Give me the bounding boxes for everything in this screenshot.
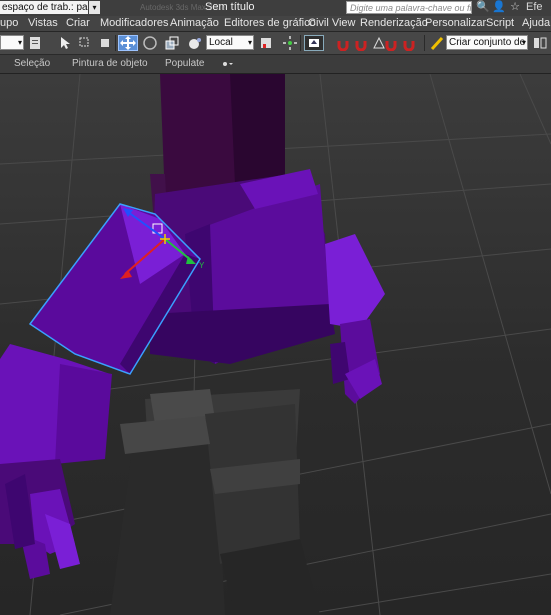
perspective-viewport[interactable]: Y (0, 74, 551, 615)
ribbon-options-icon[interactable] (220, 55, 236, 73)
keyboard-shortcut-override-icon[interactable] (304, 35, 324, 51)
workspace-dropdown-arrow-icon[interactable]: ▾ (89, 1, 100, 14)
ribbon-tab-selecao[interactable]: Seleção (14, 55, 50, 73)
menu-item-editores-de-grafico[interactable]: Editores de gráfico (224, 16, 316, 31)
main-toolbar: ▾ Local ▾ Criar conjunto de ▾ (0, 32, 551, 55)
menu-item-animacao[interactable]: Animação (170, 16, 219, 31)
menu-item-civil-view[interactable]: Civil View (308, 16, 355, 31)
magnet-icon[interactable] (402, 35, 416, 52)
chevron-down-icon: ▾ (247, 38, 252, 47)
scale-icon[interactable] (164, 35, 180, 51)
chevron-down-icon: ▾ (521, 38, 526, 47)
viewport-scene: Y (0, 74, 551, 615)
gizmo-axis-y-label: Y (199, 261, 205, 270)
named-selection-set-combo[interactable]: Criar conjunto de se▾ (446, 35, 528, 50)
ribbon-tab-pintura-de-objeto[interactable]: Pintura de objeto (72, 55, 148, 73)
menu-item-personalizar[interactable]: Personalizar (425, 16, 486, 31)
legs (110, 389, 320, 615)
window-crossing-icon[interactable] (98, 35, 112, 51)
named-selection-placeholder: Criar conjunto de se (449, 37, 527, 48)
edit-named-selection-icon[interactable] (430, 35, 444, 51)
reference-system-value: Local (209, 37, 233, 48)
angle-snap-icon[interactable] (354, 35, 368, 52)
menu-item-criar[interactable]: Criar (66, 16, 90, 31)
snap-icon[interactable] (336, 35, 350, 52)
document-title: Sem título (205, 1, 255, 13)
pivot-icon[interactable] (258, 35, 274, 51)
right-arm (325, 234, 385, 404)
select-object-icon[interactable] (58, 35, 72, 51)
spinner-snap-icon[interactable] (384, 35, 398, 52)
star-icon[interactable]: ☆ (508, 1, 522, 14)
reference-coordinate-system-combo[interactable]: Local ▾ (206, 35, 254, 50)
rotate-icon[interactable] (142, 35, 158, 51)
user-name[interactable]: Efe (526, 1, 550, 14)
placement-icon[interactable] (186, 35, 204, 51)
snap-toggle-icon[interactable] (282, 35, 298, 51)
menu-item-renderizacao[interactable]: Renderização (360, 16, 428, 31)
chevron-down-icon: ▾ (17, 38, 22, 47)
menu-item-modificadores[interactable]: Modificadores (100, 16, 168, 31)
search-input[interactable]: Digite uma palavra-chave ou frase (346, 1, 472, 14)
menu-item-ajuda[interactable]: Ajuda (522, 16, 550, 31)
move-icon[interactable] (118, 35, 138, 51)
select-region-icon[interactable] (78, 35, 92, 51)
menu-item-grupo[interactable]: upo (0, 16, 18, 31)
user-icon[interactable]: 👤 (492, 1, 506, 14)
menu-item-vistas[interactable]: Vistas (28, 16, 58, 31)
left-arm (0, 344, 112, 579)
menu-item-script[interactable]: Script (486, 16, 514, 31)
mirror-icon[interactable] (532, 35, 548, 51)
workspace-selector[interactable]: espaço de trab.: padrã (0, 1, 88, 14)
ribbon-tabs: Seleção Pintura de objeto Populate (0, 55, 551, 74)
select-list-icon[interactable] (28, 35, 44, 51)
search-icon[interactable]: 🔍 (476, 1, 490, 14)
ribbon-tab-populate[interactable]: Populate (165, 55, 204, 73)
selection-filter-combo[interactable]: ▾ (0, 35, 24, 50)
menu-bar: upo Vistas Criar Modificadores Animação … (0, 16, 551, 32)
title-bar: espaço de trab.: padrã ▾ Autodesk 3ds Ma… (0, 0, 551, 17)
